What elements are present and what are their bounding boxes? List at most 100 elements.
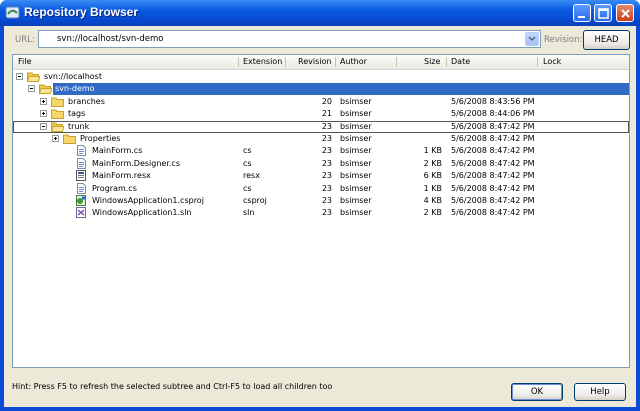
folder-icon: [51, 97, 64, 107]
column-divider[interactable]: [285, 57, 286, 67]
column-divider[interactable]: [446, 57, 447, 67]
maximize-icon: [598, 8, 609, 19]
column-lock[interactable]: Lock: [543, 57, 561, 66]
extension-cell: csproj: [243, 196, 267, 205]
tree-row[interactable]: MainForm.cs cs 23 bsimser 1 KB 5/6/2008 8:47:…: [13, 145, 629, 157]
file-name[interactable]: tags: [66, 109, 87, 118]
repository-browser-window: Repository Browser URL: svn://localhost/…: [0, 0, 640, 411]
revision-cell: 23: [321, 196, 332, 205]
size-cell: 1 KB: [423, 183, 442, 193]
url-label: URL:: [15, 35, 35, 45]
revision-cell: 21: [321, 109, 332, 119]
tree-row[interactable]: trunk 23 bsimser 5/6/2008 8:47:42 PM: [13, 120, 629, 133]
revision-cell: 23: [321, 158, 332, 168]
column-divider[interactable]: [335, 57, 336, 67]
date-cell: 5/6/2008 8:47:42 PM: [451, 183, 535, 193]
window-title: Repository Browser: [24, 5, 139, 19]
expand-icon[interactable]: [40, 97, 47, 105]
tree-row[interactable]: Properties 23 bsimser 5/6/2008 8:47:42 PM: [13, 133, 629, 145]
folder-open-icon: [39, 84, 52, 95]
url-dropdown-button[interactable]: [525, 32, 539, 46]
extension-cell: cs: [243, 183, 252, 193]
tree-row[interactable]: branches 20 bsimser 5/6/2008 8:43:56 PM: [13, 96, 629, 108]
tree-row[interactable]: WindowsApplication1.csproj csproj 23 bsimse…: [13, 195, 629, 207]
expand-icon[interactable]: [40, 110, 47, 118]
tree-row[interactable]: WindowsApplication1.sln sln 23 bsimser 2 KB 5…: [13, 207, 629, 219]
column-header: File Extension Revision Author Size Date…: [13, 55, 629, 70]
hint-text: Hint: Press F5 to refresh the selected s…: [12, 382, 333, 391]
collapse-icon[interactable]: [40, 122, 47, 130]
chevron-down-icon: [528, 36, 536, 42]
collapse-icon[interactable]: [28, 85, 35, 93]
tree-row[interactable]: Program.cs cs 23 bsimser 1 KB 5/6/2008 8:47:4…: [13, 182, 629, 195]
column-date[interactable]: Date: [451, 57, 470, 66]
close-button[interactable]: [616, 4, 634, 22]
collapse-icon[interactable]: [16, 73, 23, 80]
revision-label: Revision:: [544, 35, 583, 45]
author-cell: bsimser: [340, 171, 372, 181]
file-name[interactable]: trunk: [66, 122, 91, 131]
folder-icon: [63, 134, 76, 144]
repository-tree[interactable]: File Extension Revision Author Size Date…: [12, 54, 630, 368]
file-name[interactable]: MainForm.cs: [90, 146, 144, 155]
revision-cell: 23: [321, 208, 332, 218]
tree-row[interactable]: svn-demo: [13, 83, 629, 96]
column-divider[interactable]: [238, 57, 239, 67]
file-name[interactable]: svn://localhost: [42, 72, 104, 81]
size-cell: 1 KB: [423, 146, 442, 156]
tree-row[interactable]: MainForm.Designer.cs cs 23 bsimser 2 KB 5/6/2…: [13, 157, 629, 170]
close-icon: [621, 9, 630, 18]
date-cell: 5/6/2008 8:47:42 PM: [451, 171, 535, 181]
ok-button[interactable]: OK: [511, 383, 563, 401]
tree-row[interactable]: tags 21 bsimser 5/6/2008 8:44:06 PM: [13, 108, 629, 120]
size-cell: 6 KB: [423, 171, 442, 181]
selection-highlight: [53, 83, 629, 96]
column-extension[interactable]: Extension: [243, 57, 282, 66]
revision-cell: 23: [321, 171, 332, 181]
column-size[interactable]: Size: [424, 57, 440, 66]
csproj-file-icon: [76, 195, 86, 206]
url-combobox[interactable]: svn://localhost/svn-demo: [38, 30, 541, 48]
file-name[interactable]: svn-demo: [53, 84, 97, 93]
file-name[interactable]: WindowsApplication1.sln: [90, 208, 194, 217]
file-name[interactable]: WindowsApplication1.csproj: [90, 196, 206, 205]
file-name[interactable]: branches: [66, 97, 107, 106]
revision-cell: 23: [321, 183, 332, 193]
date-cell: 5/6/2008 8:43:56 PM: [451, 96, 535, 106]
file-name[interactable]: MainForm.Designer.cs: [90, 159, 182, 168]
sln-file-icon: [76, 207, 86, 219]
head-revision-button[interactable]: HEAD: [583, 30, 630, 50]
dialog-body: URL: svn://localhost/svn-demo Revision: …: [4, 26, 636, 407]
expand-icon[interactable]: [52, 135, 59, 142]
revision-cell: 20: [321, 96, 332, 106]
folder-icon: [51, 109, 64, 120]
resx-file-icon: [76, 170, 86, 182]
size-cell: 4 KB: [423, 196, 442, 205]
tree-row[interactable]: svn://localhost: [13, 71, 629, 83]
file-name[interactable]: Properties: [78, 134, 122, 143]
date-cell: 5/6/2008 8:44:06 PM: [451, 109, 535, 119]
date-cell: 5/6/2008 8:47:42 PM: [451, 158, 535, 168]
column-divider[interactable]: [537, 57, 538, 67]
maximize-button[interactable]: [594, 4, 612, 22]
cs-file-icon: [77, 182, 86, 194]
title-bar[interactable]: Repository Browser: [0, 0, 640, 26]
column-revision[interactable]: Revision: [298, 57, 331, 66]
author-cell: bsimser: [340, 196, 372, 205]
tree-row[interactable]: MainForm.resx resx 23 bsimser 6 KB 5/6/2008 8…: [13, 170, 629, 182]
column-divider[interactable]: [396, 57, 397, 67]
minimize-button[interactable]: [573, 4, 591, 22]
author-cell: bsimser: [340, 109, 372, 119]
help-button[interactable]: Help: [574, 383, 626, 401]
folder-open-icon: [27, 72, 40, 82]
column-file[interactable]: File: [18, 57, 31, 66]
file-name[interactable]: Program.cs: [90, 184, 139, 193]
file-name[interactable]: MainForm.resx: [90, 171, 153, 180]
revision-cell: 23: [321, 146, 332, 156]
extension-cell: sln: [243, 208, 255, 218]
date-cell: 5/6/2008 8:47:42 PM: [451, 146, 535, 156]
author-cell: bsimser: [340, 146, 372, 156]
url-value[interactable]: svn://localhost/svn-demo: [57, 34, 163, 44]
column-author[interactable]: Author: [340, 57, 367, 66]
date-cell: 5/6/2008 8:47:42 PM: [451, 196, 535, 205]
